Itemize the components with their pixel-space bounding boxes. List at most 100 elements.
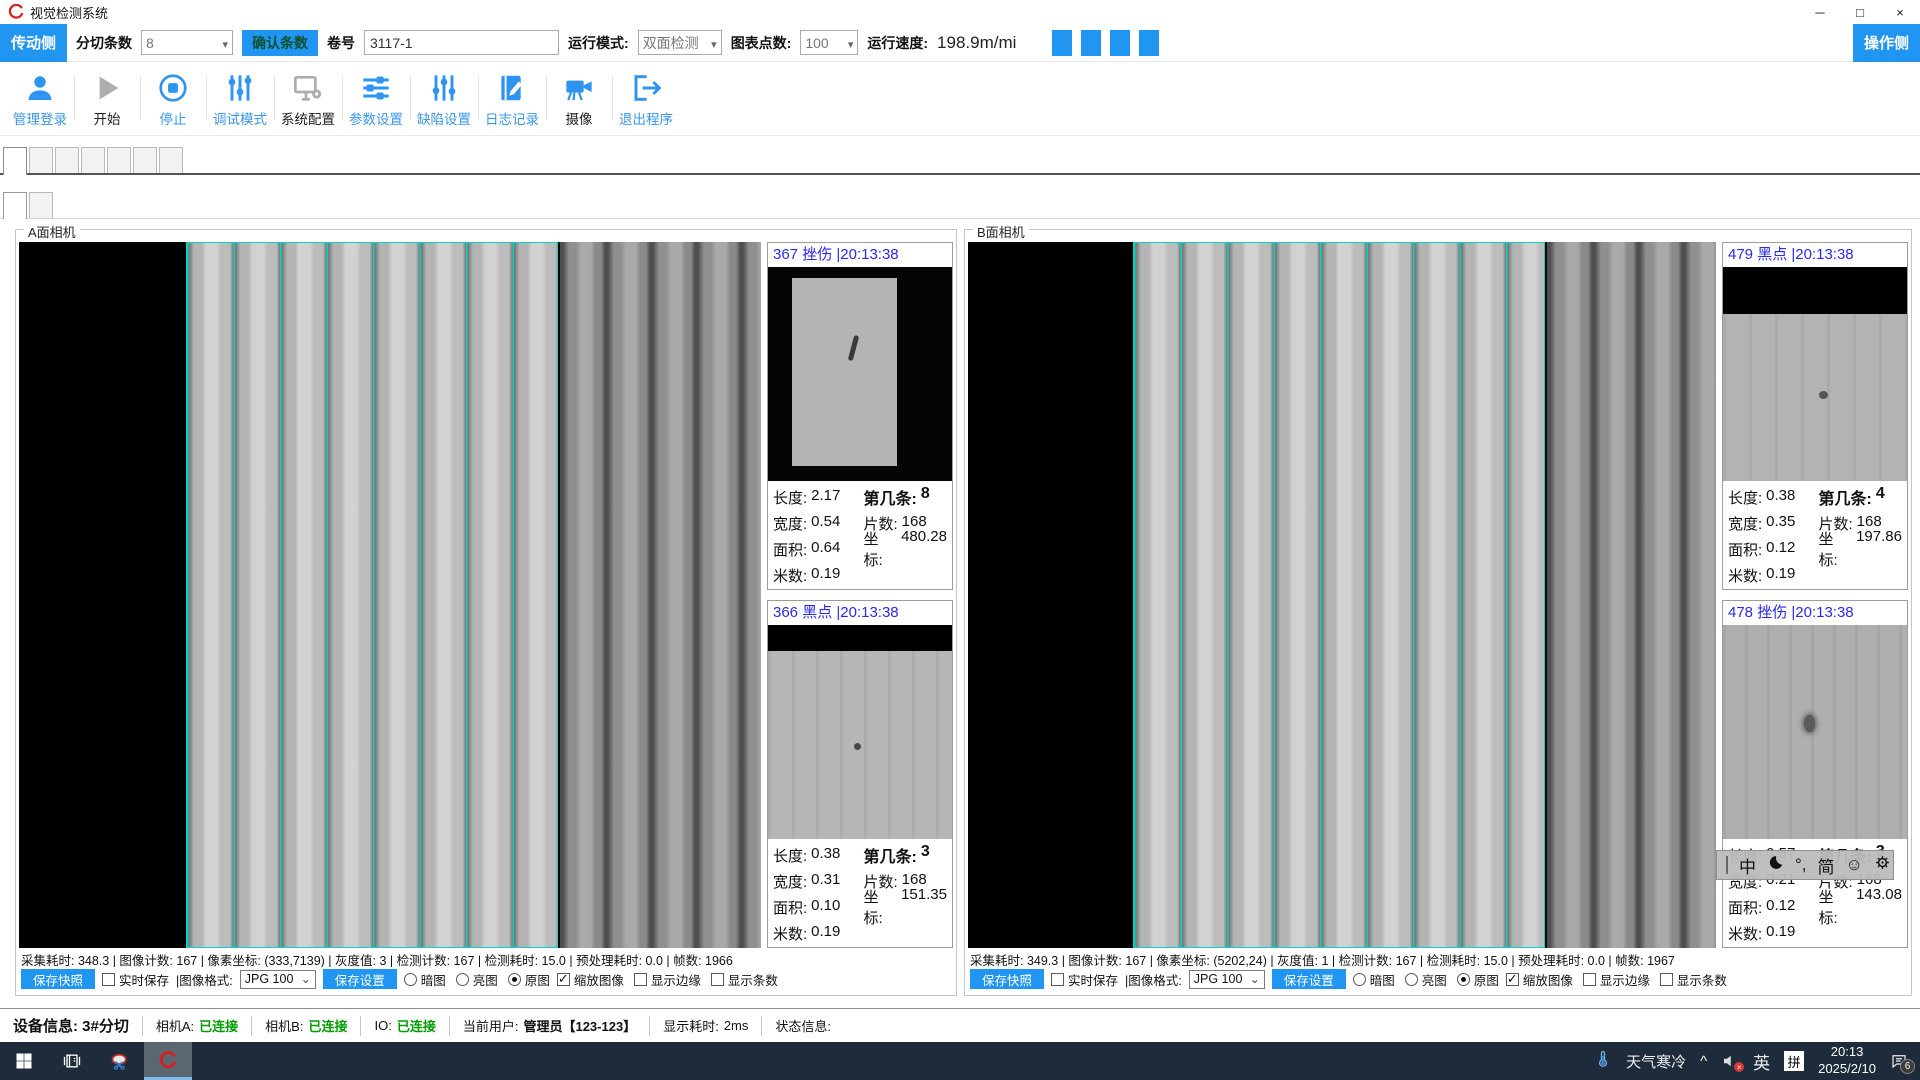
image-mode-radio-original[interactable]: 原图	[508, 970, 550, 989]
run-mode-select[interactable]: 双面检测	[638, 30, 722, 55]
save-settings-button[interactable]: 保存设置	[1272, 969, 1346, 989]
image-mode-radio-dark[interactable]: 暗图	[404, 970, 446, 989]
image-format-select[interactable]: JPG 100	[240, 970, 316, 989]
ribbon-button-start[interactable]: 开始	[74, 62, 140, 135]
slit-count-select[interactable]: 8	[141, 30, 233, 55]
maximize-button[interactable]: □	[1840, 0, 1880, 24]
checkbox-icon	[1660, 973, 1673, 986]
display-option-checkbox-zoom-image[interactable]: 缩放图像	[557, 970, 624, 989]
display-option-checkbox-show-count[interactable]: 显示条数	[1660, 970, 1727, 989]
notification-center-icon[interactable]: 6	[1890, 1052, 1908, 1070]
main-tab-test[interactable]	[159, 147, 183, 173]
minimize-button[interactable]: ─	[1800, 0, 1840, 24]
display-time: 显示耗时:2ms	[650, 1016, 762, 1036]
defect-card-a1[interactable]: 367 挫伤 |20:13:38 长度:2.17 第几条:8 宽度:0.54 片…	[767, 242, 953, 590]
ime-language-mode[interactable]: 中	[1739, 853, 1756, 878]
task-view-button[interactable]	[48, 1042, 96, 1080]
ribbon-button-stop[interactable]: 停止	[140, 62, 206, 135]
image-mode-radio-bright[interactable]: 亮图	[1405, 970, 1447, 989]
start-button[interactable]	[0, 1042, 48, 1080]
weather-text[interactable]: 天气寒冷	[1626, 1051, 1686, 1072]
panel-camera-b: B面相机 479 黑点 |20:13:38	[964, 229, 1912, 996]
ime-punctuation-mode[interactable]: °,	[1795, 855, 1807, 875]
run-speed-label: 运行速度:	[867, 33, 928, 53]
defect-card-b2[interactable]: 478 挫伤 |20:13:38 长度:0.57 第几条:3 宽度:0.21 片…	[1722, 600, 1908, 948]
main-tab-system-params[interactable]	[81, 147, 105, 173]
sub-tab-front-image[interactable]	[3, 192, 27, 219]
ime-pinyin-indicator[interactable]: 拼	[1784, 1051, 1804, 1071]
main-tab-product-model[interactable]	[55, 147, 79, 173]
ribbon-button-defect-settings[interactable]: 缺陷设置	[410, 62, 478, 135]
ribbon-icon	[496, 70, 528, 104]
main-tab-defect-monitor[interactable]	[29, 147, 53, 173]
close-button[interactable]: ×	[1880, 0, 1920, 24]
save-snapshot-button[interactable]: 保存快照	[21, 969, 95, 989]
ribbon-button-system-config[interactable]: 系统配置	[274, 62, 342, 135]
checkbox-icon	[102, 973, 115, 986]
radio-icon	[456, 973, 469, 986]
chevron-down-icon	[1250, 972, 1260, 986]
realtime-save-checkbox[interactable]: 实时保存	[1051, 970, 1118, 989]
image-format-select[interactable]: JPG 100	[1189, 970, 1265, 989]
ribbon-icon	[428, 70, 460, 104]
main-tab-edge-data[interactable]	[133, 147, 157, 173]
display-option-checkbox-show-edge[interactable]: 显示边缘	[1583, 970, 1650, 989]
confirm-count-button[interactable]: 确认条数	[242, 30, 318, 56]
volume-muted-icon[interactable]: ×	[1721, 1052, 1739, 1070]
defect-card-header: 478 挫伤 |20:13:38	[1723, 601, 1907, 625]
connection-status: 已连接	[199, 1016, 238, 1035]
roll-number-input[interactable]: 3117-1	[364, 30, 559, 55]
sub-tab-strip	[0, 192, 1920, 219]
system-tray: 天气寒冷 ^ × 英 拼 20:13 2025/2/10 6	[1594, 1044, 1920, 1078]
defect-card-a2[interactable]: 366 黑点 |20:13:38 长度:0.38 第几条:3 宽度:0.31 片…	[767, 600, 953, 948]
camera-image-b[interactable]	[968, 242, 1716, 948]
toolbar-button-view-menu[interactable]	[1081, 30, 1101, 56]
checkbox-icon	[1506, 973, 1519, 986]
ime-language-indicator[interactable]: 英	[1753, 1049, 1770, 1074]
save-settings-button[interactable]: 保存设置	[323, 969, 397, 989]
sub-tab-trend-chart[interactable]	[29, 192, 53, 218]
display-option-checkbox-zoom-image[interactable]: 缩放图像	[1506, 970, 1573, 989]
ribbon-button-log-record[interactable]: 日志记录	[478, 62, 546, 135]
image-format-label: |图像格式:	[1125, 970, 1182, 989]
defect-field-row: 面积:0.10 坐标:151.35	[773, 894, 947, 920]
image-mode-radio-bright[interactable]: 亮图	[456, 970, 498, 989]
taskbar-clock[interactable]: 20:13 2025/2/10	[1818, 1044, 1876, 1078]
ime-toolbar: 中 °, 简 ☺	[1716, 850, 1894, 880]
image-mode-radio-original[interactable]: 原图	[1457, 970, 1499, 989]
ribbon-button-exit-program[interactable]: 退出程序	[612, 62, 680, 135]
display-option-checkbox-show-count[interactable]: 显示条数	[711, 970, 778, 989]
ime-drag-handle[interactable]	[1726, 856, 1728, 874]
toolbar-button-clear-alarm[interactable]	[1052, 30, 1072, 56]
snipping-tool-button[interactable]	[96, 1042, 144, 1080]
image-format-label: |图像格式:	[176, 970, 233, 989]
display-option-checkbox-show-edge[interactable]: 显示边缘	[634, 970, 701, 989]
gear-icon[interactable]	[1874, 854, 1891, 876]
main-tab-status-info[interactable]	[107, 147, 131, 173]
chart-points-select[interactable]: 100	[800, 30, 858, 55]
toolbar-button-help-menu[interactable]	[1139, 30, 1159, 56]
chevron-down-icon	[301, 972, 311, 986]
camera-image-a[interactable]	[19, 242, 761, 948]
app-logo-icon	[8, 4, 24, 20]
ribbon-button-debug-mode[interactable]: 调试模式	[206, 62, 274, 135]
tray-expand-chevron[interactable]: ^	[1700, 1053, 1707, 1070]
current-user: 当前用户:管理员【123-123】	[450, 1016, 650, 1036]
drive-side-button[interactable]: 传动侧	[0, 24, 67, 62]
main-tab-size-monitor[interactable]	[3, 147, 27, 175]
defect-card-b1[interactable]: 479 黑点 |20:13:38 长度:0.38 第几条:4 宽度:0.35 片…	[1722, 242, 1908, 590]
ribbon-button-login[interactable]: 管理登录	[6, 62, 74, 135]
moon-icon[interactable]	[1767, 854, 1784, 876]
ribbon-button-param-settings[interactable]: 参数设置	[342, 62, 410, 135]
ribbon-icon	[24, 70, 56, 104]
defect-field-row: 长度:0.38 第几条:4	[1728, 484, 1902, 510]
save-snapshot-button[interactable]: 保存快照	[970, 969, 1044, 989]
emoji-icon[interactable]: ☺	[1846, 855, 1863, 875]
ime-charset-mode[interactable]: 简	[1818, 853, 1835, 878]
operator-side-button[interactable]: 操作侧	[1853, 24, 1920, 62]
ribbon-button-capture[interactable]: 摄像	[546, 62, 612, 135]
toolbar-button-data-quick-access[interactable]	[1110, 30, 1130, 56]
realtime-save-checkbox[interactable]: 实时保存	[102, 970, 169, 989]
image-mode-radio-dark[interactable]: 暗图	[1353, 970, 1395, 989]
taskbar-app-vision-system[interactable]	[144, 1042, 192, 1080]
